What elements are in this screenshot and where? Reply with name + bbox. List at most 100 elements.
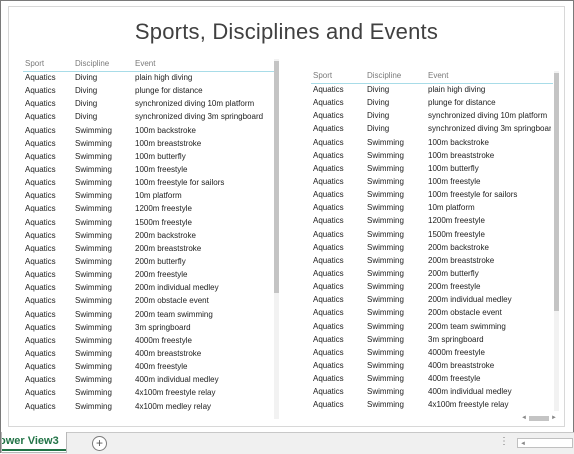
table-row[interactable]: AquaticsSwimming100m freestyle: [23, 164, 272, 177]
table-row[interactable]: AquaticsSwimming400m individual medley: [311, 386, 551, 399]
table-row[interactable]: AquaticsSwimming100m breaststroke: [311, 150, 551, 163]
table-row[interactable]: AquaticsSwimming1200m freestyle: [311, 215, 551, 228]
right-table-scrollbar[interactable]: [554, 71, 559, 411]
cell-event: 100m butterfly: [135, 152, 186, 161]
table-row[interactable]: AquaticsSwimming100m backstroke: [23, 125, 272, 138]
cell-event: 4x100m freestyle relay: [428, 400, 508, 409]
table-row[interactable]: AquaticsSwimming4000m freestyle: [23, 335, 272, 348]
table-row[interactable]: AquaticsSwimming200m individual medley: [311, 294, 551, 307]
table-row[interactable]: AquaticsDivingsynchronized diving 10m pl…: [23, 98, 272, 111]
cell-sport: Aquatics: [313, 124, 344, 133]
table-row[interactable]: AquaticsDivingplunge for distance: [23, 85, 272, 98]
table-row[interactable]: AquaticsSwimming200m individual medley: [23, 282, 272, 295]
table-row[interactable]: AquaticsDivingsynchronized diving 3m spr…: [311, 123, 551, 136]
scroll-left-icon[interactable]: ◄: [520, 440, 526, 448]
scroll-left-icon[interactable]: ◄: [521, 414, 527, 422]
left-table-scroll-thumb[interactable]: [274, 61, 279, 293]
table-row[interactable]: AquaticsSwimming100m butterfly: [311, 163, 551, 176]
table-row[interactable]: AquaticsSwimming10m platform: [311, 202, 551, 215]
cell-event: plunge for distance: [428, 98, 496, 107]
table-row[interactable]: AquaticsSwimming1500m freestyle: [23, 217, 272, 230]
table-row[interactable]: AquaticsSwimming4x100m freestyle relay: [311, 399, 551, 412]
sheet-hscrollbar[interactable]: ◄: [517, 438, 573, 448]
cell-event: 100m freestyle: [135, 165, 187, 174]
table-row[interactable]: AquaticsSwimming200m breaststroke: [311, 255, 551, 268]
cell-sport: Aquatics: [313, 111, 344, 120]
cell-discipline: Swimming: [367, 138, 404, 147]
right-table-hscroll-thumb[interactable]: [529, 416, 549, 421]
table-row[interactable]: AquaticsDivingsynchronized diving 3m spr…: [23, 111, 272, 124]
table-row[interactable]: AquaticsSwimming3m springboard: [23, 322, 272, 335]
cell-sport: Aquatics: [313, 400, 344, 409]
cell-sport: Aquatics: [313, 335, 344, 344]
table-row[interactable]: AquaticsSwimming1200m freestyle: [23, 203, 272, 216]
table-row[interactable]: AquaticsSwimming400m freestyle: [23, 361, 272, 374]
table-row[interactable]: AquaticsSwimming200m freestyle: [311, 281, 551, 294]
cell-sport: Aquatics: [25, 204, 56, 213]
plus-circle-icon[interactable]: +: [92, 436, 107, 451]
table-row[interactable]: AquaticsSwimming1500m freestyle: [311, 229, 551, 242]
table-row[interactable]: AquaticsSwimming200m obstacle event: [23, 295, 272, 308]
table-row[interactable]: AquaticsSwimming400m breaststroke: [23, 348, 272, 361]
table-row[interactable]: AquaticsSwimming400m breaststroke: [311, 360, 551, 373]
cell-event: synchronized diving 3m springboard: [428, 124, 551, 133]
right-table-scroll-thumb[interactable]: [554, 73, 559, 311]
table-row[interactable]: AquaticsSwimming100m freestyle for sailo…: [311, 189, 551, 202]
cell-discipline: Swimming: [367, 348, 404, 357]
left-table[interactable]: Sport Discipline Event AquaticsDivingpla…: [23, 57, 280, 422]
table-row[interactable]: AquaticsDivingplain high diving: [23, 72, 272, 85]
scroll-right-icon[interactable]: ►: [551, 414, 557, 422]
table-row[interactable]: AquaticsSwimming200m team swimming: [311, 321, 551, 334]
table-row[interactable]: AquaticsSwimming4x100m medley relay: [23, 401, 272, 414]
table-row[interactable]: AquaticsSwimming100m freestyle: [311, 176, 551, 189]
table-row[interactable]: AquaticsSwimming100m butterfly: [23, 151, 272, 164]
table-row[interactable]: AquaticsSwimming200m breaststroke: [23, 243, 272, 256]
table-row[interactable]: AquaticsSwimming100m freestyle for sailo…: [23, 177, 272, 190]
table-row[interactable]: AquaticsSwimming200m backstroke: [311, 242, 551, 255]
cell-sport: Aquatics: [25, 388, 56, 397]
table-row[interactable]: AquaticsDivingsynchronized diving 10m pl…: [311, 110, 551, 123]
table-row[interactable]: AquaticsSwimming200m obstacle event: [311, 307, 551, 320]
table-row[interactable]: AquaticsSwimming200m butterfly: [311, 268, 551, 281]
table-row[interactable]: AquaticsSwimming100m breaststroke: [23, 138, 272, 151]
table-row[interactable]: AquaticsSwimming200m freestyle: [23, 269, 272, 282]
cell-sport: Aquatics: [25, 231, 56, 240]
table-row[interactable]: AquaticsSwimming4x100m freestyle relay: [23, 387, 272, 400]
table-row[interactable]: AquaticsSwimming4000m freestyle: [311, 347, 551, 360]
table-row[interactable]: AquaticsDivingplain high diving: [311, 84, 551, 97]
cell-sport: Aquatics: [313, 387, 344, 396]
column-header-discipline[interactable]: Discipline: [75, 59, 109, 68]
right-table-hscrollbar[interactable]: ◄ ►: [311, 414, 559, 422]
column-header-event[interactable]: Event: [135, 59, 155, 68]
cell-event: 100m breaststroke: [135, 139, 201, 148]
cell-sport: Aquatics: [313, 295, 344, 304]
cell-sport: Aquatics: [313, 348, 344, 357]
table-row[interactable]: AquaticsSwimming400m freestyle: [311, 373, 551, 386]
table-row[interactable]: AquaticsSwimming10m platform: [23, 190, 272, 203]
right-table[interactable]: Sport Discipline Event AquaticsDivingpla…: [311, 69, 559, 423]
table-row[interactable]: AquaticsDivingplunge for distance: [311, 97, 551, 110]
table-row[interactable]: AquaticsSwimming200m butterfly: [23, 256, 272, 269]
cell-event: 200m obstacle event: [135, 296, 209, 305]
table-row[interactable]: AquaticsSwimming3m springboard: [311, 334, 551, 347]
table-row[interactable]: AquaticsSwimming200m backstroke: [23, 230, 272, 243]
column-header-sport[interactable]: Sport: [313, 71, 332, 80]
cell-event: 200m butterfly: [428, 269, 479, 278]
cell-sport: Aquatics: [313, 203, 344, 212]
table-row[interactable]: AquaticsSwimming100m backstroke: [311, 137, 551, 150]
cell-sport: Aquatics: [25, 310, 56, 319]
cell-event: 100m breaststroke: [428, 151, 494, 160]
cell-event: 400m freestyle: [135, 362, 187, 371]
cell-sport: Aquatics: [25, 375, 56, 384]
column-header-event[interactable]: Event: [428, 71, 448, 80]
table-row[interactable]: AquaticsSwimming400m individual medley: [23, 374, 272, 387]
sheet-tab-power-view3[interactable]: ower View3: [1, 432, 67, 453]
left-table-scrollbar[interactable]: [274, 59, 279, 419]
cell-event: 200m breaststroke: [135, 244, 201, 253]
column-header-sport[interactable]: Sport: [25, 59, 44, 68]
more-options-icon[interactable]: ⋮: [499, 436, 509, 447]
cell-sport: Aquatics: [313, 308, 344, 317]
table-row[interactable]: AquaticsSwimming200m team swimming: [23, 309, 272, 322]
cell-event: 4x100m medley relay: [135, 402, 211, 411]
column-header-discipline[interactable]: Discipline: [367, 71, 401, 80]
